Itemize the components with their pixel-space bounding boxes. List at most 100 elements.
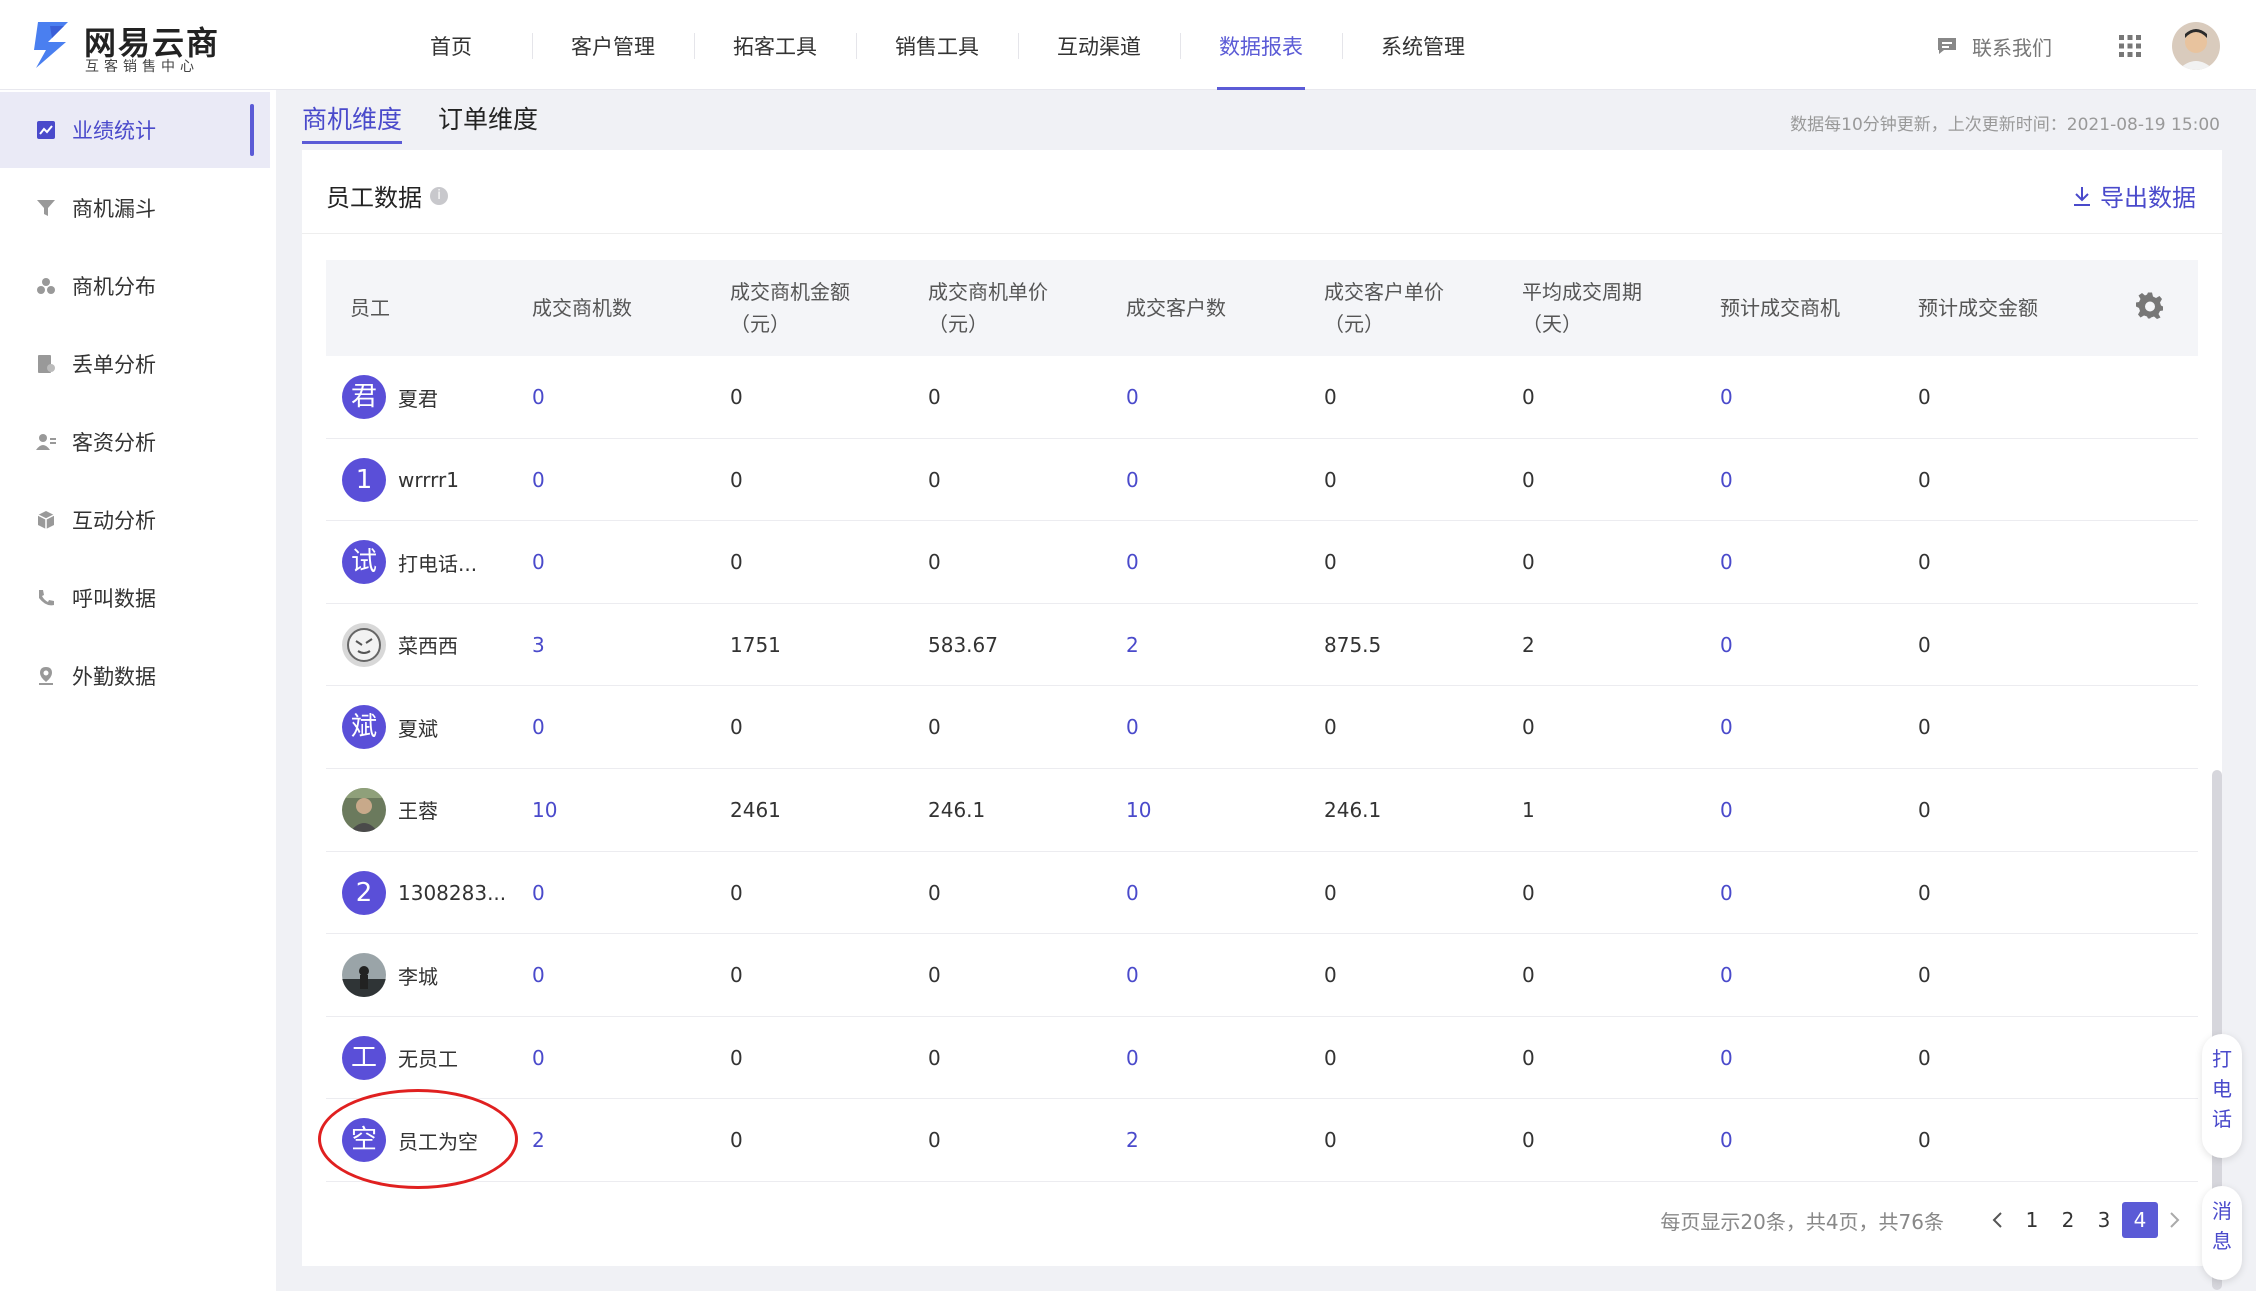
metric-link-cell[interactable]: 0 <box>1126 934 1139 1016</box>
metric-link-cell[interactable]: 0 <box>532 439 545 521</box>
nav-home[interactable]: 首页 <box>370 0 532 90</box>
metric-link-cell[interactable]: 0 <box>1126 356 1139 438</box>
table-row[interactable]: 王蓉 10 2461 246.1 10 246.1 1 0 0 <box>326 769 2198 852</box>
metric-link-cell[interactable]: 10 <box>1126 769 1151 851</box>
metric-link-cell[interactable]: 0 <box>1720 1017 1733 1099</box>
metric-link-cell[interactable]: 0 <box>1126 852 1139 934</box>
gear-icon[interactable] <box>2136 292 2164 320</box>
metric-cell: 0 <box>928 550 941 575</box>
metric-cell: 0 <box>1918 385 1931 409</box>
chevron-left-icon[interactable] <box>1990 1210 2006 1230</box>
metric-link-cell[interactable]: 0 <box>1720 934 1733 1016</box>
metric-link-cell[interactable]: 0 <box>532 852 545 934</box>
sidebar-item-call-data[interactable]: 呼叫数据 <box>0 560 270 636</box>
employee-name: 无员工 <box>398 1047 458 1072</box>
table-row[interactable]: 斌夏斌 0 0 0 0 0 0 0 0 <box>326 686 2198 769</box>
metric-link-cell[interactable]: 0 <box>1126 1017 1139 1099</box>
employee-cell: 李城 <box>342 934 438 1016</box>
table-row[interactable]: 空员工为空 2 0 0 2 0 0 0 0 <box>318 1089 2198 1190</box>
metric-link-cell[interactable]: 0 <box>1720 852 1733 934</box>
metric-link-cell[interactable]: 10 <box>532 769 557 851</box>
sidebar-item-interaction[interactable]: 互动分析 <box>0 482 270 558</box>
employee-cell: 1 wrrrr1 <box>342 439 459 521</box>
employee-cell: 工无员工 <box>342 1017 458 1099</box>
table-row[interactable]: 君夏君 0 0 0 0 0 0 0 0 <box>326 356 2198 439</box>
metric-cell: 0 <box>730 715 743 740</box>
nav-data-reports[interactable]: 数据报表 <box>1180 0 1342 90</box>
employee-name: 王蓉 <box>398 799 438 824</box>
metric-link-cell[interactable]: 0 <box>1126 439 1139 521</box>
call-float-button[interactable]: 打 电 话 <box>2202 1034 2242 1158</box>
metric-link-cell[interactable]: 0 <box>532 686 545 768</box>
export-data-button[interactable]: 导出数据 <box>2072 178 2196 213</box>
metric-link-cell[interactable]: 2 <box>1126 1099 1139 1181</box>
page-4-button[interactable]: 4 <box>2122 1202 2158 1238</box>
metric-cell: 0 <box>730 550 743 575</box>
nav-customer-management[interactable]: 客户管理 <box>532 0 694 90</box>
metric-cell: 0 <box>1918 1045 1931 1070</box>
metric-link-cell[interactable]: 0 <box>532 1017 545 1099</box>
chevron-right-icon[interactable] <box>2166 1210 2182 1230</box>
metric-link-cell[interactable]: 0 <box>1720 1099 1733 1181</box>
employee-avatar <box>342 953 386 998</box>
metric-link-cell[interactable]: 0 <box>1720 769 1733 851</box>
message-float-button[interactable]: 消 息 <box>2202 1186 2242 1280</box>
sidebar-item-performance[interactable]: 业绩统计 <box>0 92 270 168</box>
page-3-button[interactable]: 3 <box>2086 1202 2122 1238</box>
sidebar-item-lead-analysis[interactable]: 客资分析 <box>0 404 270 480</box>
contact-us-link[interactable]: 联系我们 <box>1936 32 2052 60</box>
metric-cell: 0 <box>928 1045 941 1070</box>
sidebar-item-distribution[interactable]: 商机分布 <box>0 248 270 324</box>
metric-link-cell[interactable]: 0 <box>1720 521 1733 603</box>
nav-system-management[interactable]: 系统管理 <box>1342 0 1504 90</box>
page-2-button[interactable]: 2 <box>2050 1202 2086 1238</box>
apps-grid-icon[interactable] <box>2118 34 2142 58</box>
metric-cell: 0 <box>730 963 743 988</box>
user-avatar[interactable] <box>2172 22 2220 70</box>
metric-cell: 0 <box>1522 963 1535 988</box>
metric-cell: 0 <box>730 880 743 905</box>
tab-order-dimension[interactable]: 订单维度 <box>438 100 538 144</box>
dimension-tabs: 商机维度 订单维度 <box>302 100 574 150</box>
brand-logo[interactable]: 网易云商 互客销售中心 <box>30 16 230 76</box>
phone-icon <box>39 590 54 606</box>
sidebar-item-lost-deals[interactable]: 丢单分析 <box>0 326 270 402</box>
metric-cell: 583.67 <box>928 632 998 657</box>
metric-link-cell[interactable]: 0 <box>532 521 545 603</box>
employee-avatar: 空 <box>342 1118 386 1163</box>
table-row[interactable]: 李城 0 0 0 0 0 0 0 0 <box>326 934 2198 1017</box>
table-row[interactable]: 菜西西 3 1751 583.67 2 875.5 2 0 0 <box>326 604 2198 687</box>
card-title: 员工数据 i <box>326 178 448 213</box>
metric-link-cell[interactable]: 0 <box>1720 439 1733 521</box>
table-row[interactable]: 工无员工 0 0 0 0 0 0 0 0 <box>326 1017 2198 1100</box>
tab-opportunity-dimension[interactable]: 商机维度 <box>302 100 403 144</box>
employee-avatar: 斌 <box>342 705 386 750</box>
metric-cell: 0 <box>928 1128 941 1153</box>
metric-link-cell[interactable]: 2 <box>1126 604 1139 686</box>
metric-link-cell[interactable]: 0 <box>1720 356 1733 438</box>
sidebar-item-funnel[interactable]: 商机漏斗 <box>0 170 270 246</box>
nav-interaction-channels[interactable]: 互动渠道 <box>1018 0 1180 90</box>
table-row[interactable]: 1 wrrrr1 0 0 0 0 0 0 0 0 <box>326 439 2198 522</box>
metric-link-cell[interactable]: 0 <box>1720 686 1733 768</box>
sidebar-item-field-data[interactable]: 外勤数据 <box>0 638 270 714</box>
user-photo-icon <box>2172 22 2220 70</box>
metric-link-cell[interactable]: 0 <box>532 356 545 438</box>
nav-prospecting-tools[interactable]: 拓客工具 <box>694 0 856 90</box>
page-1-button[interactable]: 1 <box>2014 1202 2050 1238</box>
top-navbar: 网易云商 互客销售中心 首页 客户管理 拓客工具 销售工具 互动渠道 数据报表 … <box>0 0 2256 90</box>
metric-link-cell[interactable]: 0 <box>1720 604 1733 686</box>
table-row[interactable]: 2 1308283... 0 0 0 0 0 0 0 0 <box>326 852 2198 935</box>
info-icon[interactable]: i <box>430 186 448 205</box>
metric-cell: 0 <box>730 467 743 492</box>
employee-cell: 菜西西 <box>342 604 458 686</box>
metric-link-cell[interactable]: 3 <box>532 604 545 686</box>
metric-link-cell[interactable]: 2 <box>532 1099 545 1181</box>
metric-link-cell[interactable]: 0 <box>1126 686 1139 768</box>
metric-link-cell[interactable]: 0 <box>1126 521 1139 603</box>
metric-link-cell[interactable]: 0 <box>532 934 545 1016</box>
nav-sales-tools[interactable]: 销售工具 <box>856 0 1018 90</box>
table-row[interactable]: 试打电话... 0 0 0 0 0 0 0 0 <box>326 521 2198 604</box>
employee-avatar: 2 <box>342 870 386 915</box>
table-body: 君夏君 0 0 0 0 0 0 0 0 1 wrrrr1 0 0 0 0 0 0 0 0 试打电话... 0 0 0 0 0 0 0… <box>318 356 2198 1190</box>
